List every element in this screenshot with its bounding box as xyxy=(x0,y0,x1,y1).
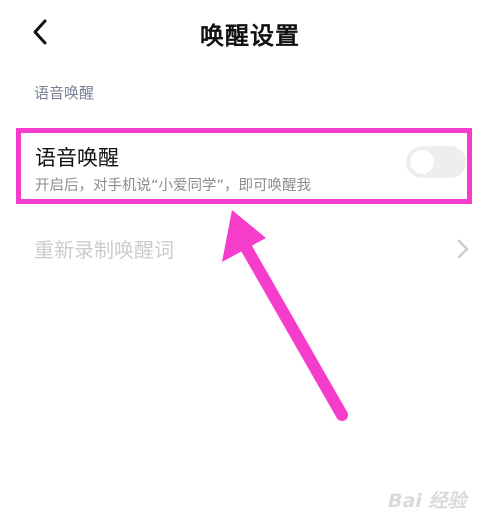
voice-wakeup-row[interactable]: 语音唤醒 开启后，对手机说“小爱同学”，即可唤醒我 xyxy=(16,128,472,204)
watermark-text: Bai 经验 xyxy=(388,490,467,512)
page-title: 唤醒设置 xyxy=(200,22,300,50)
voice-wakeup-title: 语音唤醒 xyxy=(35,146,119,170)
rerecord-wakeword-row[interactable]: 重新录制唤醒词 xyxy=(0,224,500,272)
wakeup-settings-screen: 唤醒设置 语音唤醒 语音唤醒 开启后，对手机说“小爱同学”，即可唤醒我 重新录制… xyxy=(0,0,500,528)
watermark: Bai 经验 xyxy=(380,482,490,516)
chevron-right-icon xyxy=(457,239,469,259)
rerecord-wakeword-label: 重新录制唤醒词 xyxy=(34,238,174,262)
voice-wakeup-toggle[interactable] xyxy=(406,146,466,178)
header: 唤醒设置 xyxy=(0,0,500,66)
toggle-knob xyxy=(410,150,434,174)
section-title: 语音唤醒 xyxy=(34,84,95,102)
voice-wakeup-description: 开启后，对手机说“小爱同学”，即可唤醒我 xyxy=(35,178,312,194)
